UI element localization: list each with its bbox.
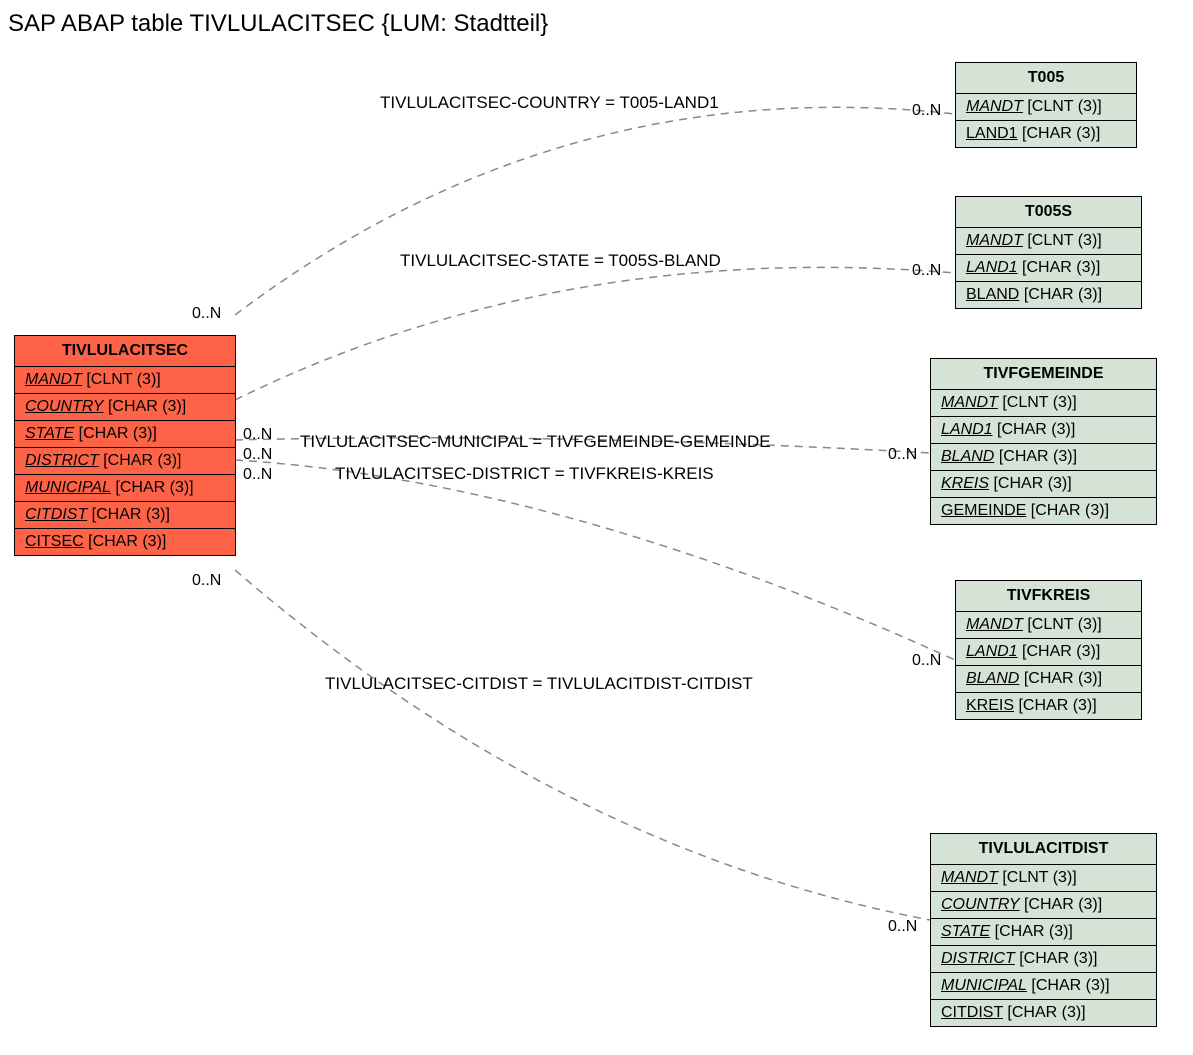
- field-row: MANDT [CLNT (3)]: [931, 390, 1156, 417]
- cardinality-label: 0..N: [912, 262, 941, 280]
- cardinality-label: 0..N: [888, 918, 917, 936]
- field-row: GEMEINDE [CHAR (3)]: [931, 498, 1156, 524]
- field-row: DISTRICT [CHAR (3)]: [931, 946, 1156, 973]
- entity-header: TIVFGEMEINDE: [931, 359, 1156, 390]
- entity-t005: T005 MANDT [CLNT (3)] LAND1 [CHAR (3)]: [955, 62, 1137, 148]
- entity-header: TIVFKREIS: [956, 581, 1141, 612]
- field-row: KREIS [CHAR (3)]: [956, 693, 1141, 719]
- field-row: MANDT [CLNT (3)]: [956, 228, 1141, 255]
- entity-tivlulacitdist: TIVLULACITDIST MANDT [CLNT (3)] COUNTRY …: [930, 833, 1157, 1027]
- entity-tivlulacitsec: TIVLULACITSEC MANDT [CLNT (3)] COUNTRY […: [14, 335, 236, 556]
- field-row: KREIS [CHAR (3)]: [931, 471, 1156, 498]
- cardinality-label: 0..N: [912, 652, 941, 670]
- field-row: DISTRICT [CHAR (3)]: [15, 448, 235, 475]
- cardinality-label: 0..N: [888, 446, 917, 464]
- field-row: MANDT [CLNT (3)]: [956, 612, 1141, 639]
- field-row: BLAND [CHAR (3)]: [931, 444, 1156, 471]
- field-row: COUNTRY [CHAR (3)]: [931, 892, 1156, 919]
- cardinality-label: 0..N: [192, 305, 221, 323]
- diagram-title: SAP ABAP table TIVLULACITSEC {LUM: Stadt…: [8, 10, 548, 38]
- field-row: CITDIST [CHAR (3)]: [15, 502, 235, 529]
- relation-label: TIVLULACITSEC-STATE = T005S-BLAND: [400, 251, 721, 271]
- entity-header: T005S: [956, 197, 1141, 228]
- entity-header: TIVLULACITDIST: [931, 834, 1156, 865]
- entity-tivfgemeinde: TIVFGEMEINDE MANDT [CLNT (3)] LAND1 [CHA…: [930, 358, 1157, 525]
- cardinality-label: 0..N: [912, 102, 941, 120]
- entity-tivfkreis: TIVFKREIS MANDT [CLNT (3)] LAND1 [CHAR (…: [955, 580, 1142, 720]
- field-row: COUNTRY [CHAR (3)]: [15, 394, 235, 421]
- relation-label: TIVLULACITSEC-CITDIST = TIVLULACITDIST-C…: [325, 674, 753, 694]
- entity-header: T005: [956, 63, 1136, 94]
- field-row: MUNICIPAL [CHAR (3)]: [15, 475, 235, 502]
- field-row: LAND1 [CHAR (3)]: [931, 417, 1156, 444]
- field-row: MANDT [CLNT (3)]: [931, 865, 1156, 892]
- relation-label: TIVLULACITSEC-DISTRICT = TIVFKREIS-KREIS: [335, 464, 714, 484]
- field-row: BLAND [CHAR (3)]: [956, 666, 1141, 693]
- relation-label: TIVLULACITSEC-MUNICIPAL = TIVFGEMEINDE-G…: [300, 432, 771, 452]
- cardinality-label: 0..N: [243, 426, 272, 444]
- relation-label: TIVLULACITSEC-COUNTRY = T005-LAND1: [380, 93, 719, 113]
- field-row: CITSEC [CHAR (3)]: [15, 529, 235, 555]
- field-row: MUNICIPAL [CHAR (3)]: [931, 973, 1156, 1000]
- field-row: BLAND [CHAR (3)]: [956, 282, 1141, 308]
- cardinality-label: 0..N: [192, 572, 221, 590]
- field-row: CITDIST [CHAR (3)]: [931, 1000, 1156, 1026]
- field-row: LAND1 [CHAR (3)]: [956, 255, 1141, 282]
- cardinality-label: 0..N: [243, 446, 272, 464]
- entity-header: TIVLULACITSEC: [15, 336, 235, 367]
- field-row: LAND1 [CHAR (3)]: [956, 639, 1141, 666]
- entity-t005s: T005S MANDT [CLNT (3)] LAND1 [CHAR (3)] …: [955, 196, 1142, 309]
- field-row: MANDT [CLNT (3)]: [956, 94, 1136, 121]
- field-row: LAND1 [CHAR (3)]: [956, 121, 1136, 147]
- field-row: STATE [CHAR (3)]: [15, 421, 235, 448]
- field-row: STATE [CHAR (3)]: [931, 919, 1156, 946]
- cardinality-label: 0..N: [243, 466, 272, 484]
- field-row: MANDT [CLNT (3)]: [15, 367, 235, 394]
